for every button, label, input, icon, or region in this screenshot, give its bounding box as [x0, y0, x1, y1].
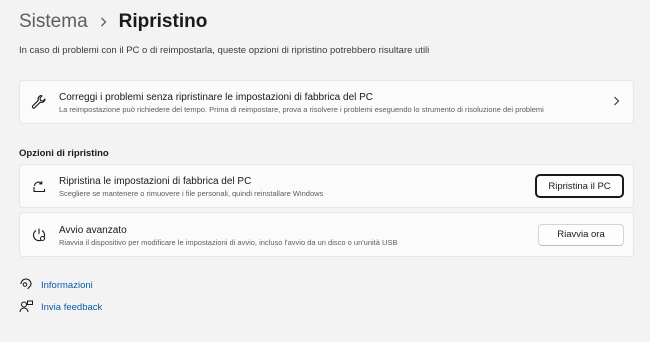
- feedback-link-row[interactable]: Invia feedback: [19, 300, 102, 314]
- advanced-startup-text: Avvio avanzato Riavvia il dispositivo pe…: [59, 224, 397, 248]
- reset-pc-card: Ripristina le impostazioni di fabbrica d…: [19, 164, 634, 208]
- advanced-startup-description: Riavvia il dispositivo per modificare le…: [59, 238, 398, 247]
- troubleshoot-card-text: Correggi i problemi senza ripristinare l…: [59, 91, 544, 115]
- advanced-startup-icon: [31, 227, 47, 243]
- page-title: Ripristino: [118, 11, 208, 32]
- reset-pc-description: Scegliere se mantenere o rimuovere i fil…: [59, 189, 324, 198]
- troubleshoot-description: La reimpostazione può richiedere del tem…: [59, 105, 544, 114]
- wrench-icon: [31, 94, 47, 110]
- page-subtitle: In caso di problemi con il PC o di reimp…: [19, 45, 430, 56]
- feedback-icon: [19, 300, 33, 314]
- help-icon: [19, 278, 33, 292]
- chevron-right-icon: [100, 17, 107, 27]
- breadcrumb: Sistema Ripristino: [19, 9, 207, 35]
- info-link-row[interactable]: Informazioni: [19, 278, 93, 292]
- reset-pc-button[interactable]: Ripristina il PC: [535, 174, 624, 198]
- troubleshoot-title: Correggi i problemi senza ripristinare l…: [59, 92, 374, 103]
- advanced-startup-title: Avvio avanzato: [59, 225, 127, 236]
- feedback-link[interactable]: Invia feedback: [41, 302, 102, 313]
- reset-pc-title: Ripristina le impostazioni di fabbrica d…: [59, 176, 252, 187]
- chevron-right-icon: [613, 93, 620, 111]
- reset-pc-icon: [31, 178, 47, 194]
- section-heading-recovery-options: Opzioni di ripristino: [19, 148, 109, 159]
- reset-pc-text: Ripristina le impostazioni di fabbrica d…: [59, 175, 323, 199]
- info-link[interactable]: Informazioni: [41, 280, 93, 291]
- restart-now-button[interactable]: Riavvia ora: [538, 223, 624, 246]
- advanced-startup-card: Avvio avanzato Riavvia il dispositivo pe…: [19, 212, 634, 257]
- troubleshoot-card[interactable]: Correggi i problemi senza ripristinare l…: [19, 80, 634, 124]
- breadcrumb-parent[interactable]: Sistema: [19, 11, 88, 33]
